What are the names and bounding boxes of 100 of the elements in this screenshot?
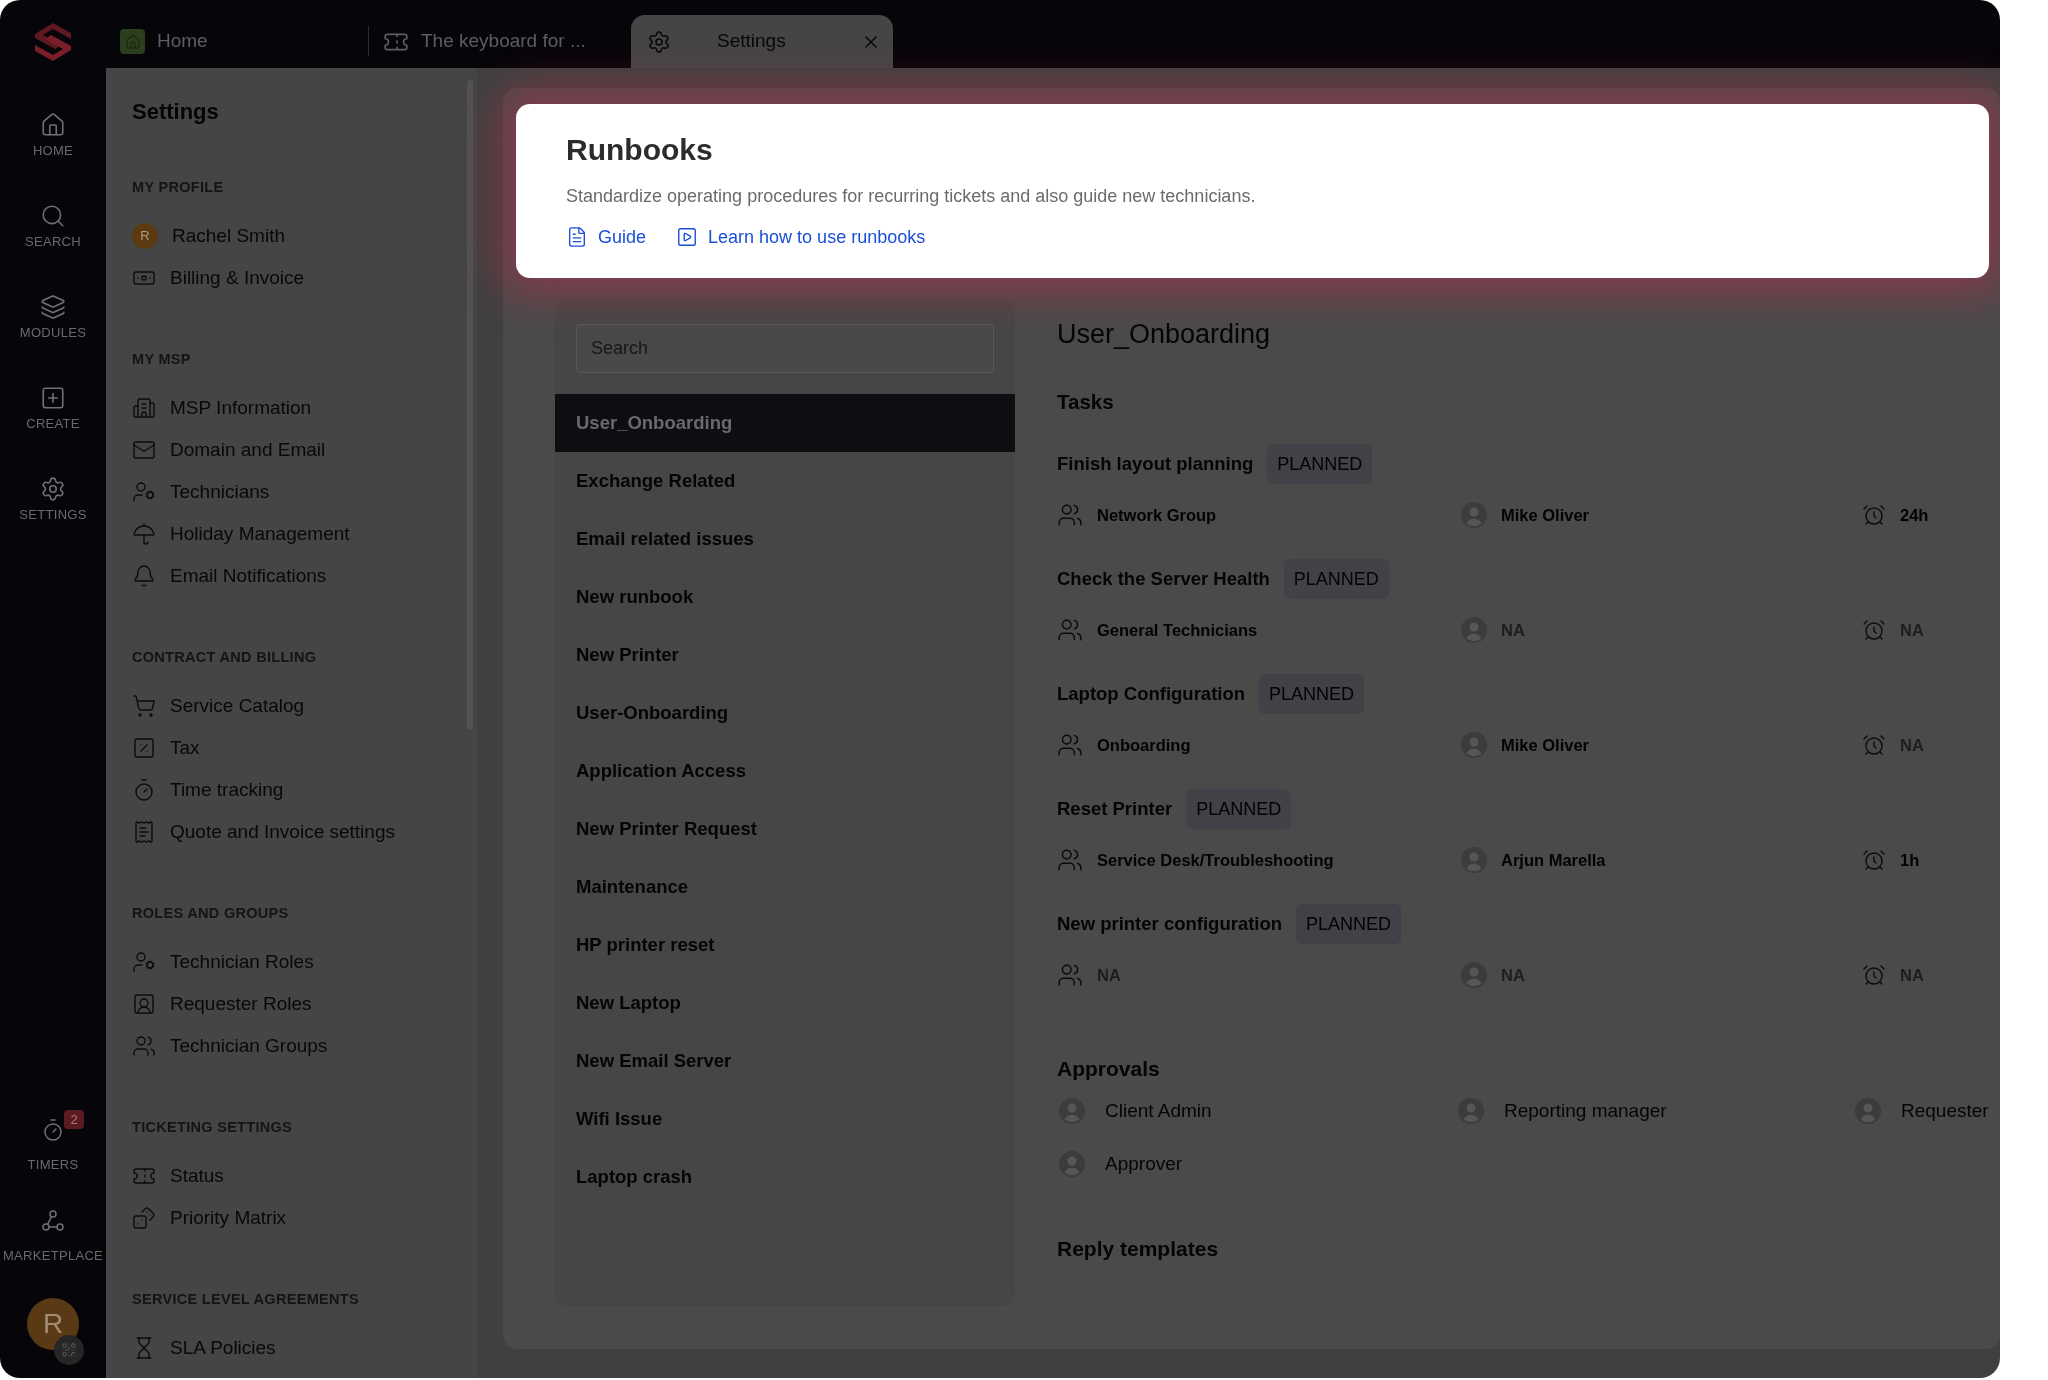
task-title: New printer configuration [1057, 912, 1283, 937]
runbook-list-item[interactable]: Wifi Issue [555, 1090, 1015, 1148]
runbook-title: User_Onboarding [1057, 318, 1272, 350]
runbook-list-item[interactable]: New Laptop [555, 974, 1015, 1032]
runbook-list-item[interactable]: Laptop crash [555, 1148, 1015, 1206]
runbook-list-item[interactable]: New Printer [555, 626, 1015, 684]
settings-nav-item[interactable]: Requester Roles [132, 983, 312, 1025]
tasks-heading: Tasks [1057, 389, 1115, 415]
sidebar-title: Settings [132, 98, 220, 126]
user-gear-icon [132, 480, 156, 504]
settings-nav-item[interactable]: R Rachel Smith [132, 215, 285, 257]
runbook-list-item[interactable]: HP printer reset [555, 916, 1015, 974]
rail-nav-item[interactable]: CREATE [0, 380, 106, 471]
settings-nav-item[interactable]: MSP Information [132, 387, 312, 429]
stopwatch-icon [132, 778, 156, 802]
runbook-list-item[interactable]: New Printer Request [555, 800, 1015, 858]
person-avatar-icon [1458, 1098, 1484, 1124]
runbook-list-item[interactable]: User-Onboarding [555, 684, 1015, 742]
settings-nav-item[interactable]: Priority Matrix [132, 1197, 287, 1239]
assignee-name: Mike Oliver [1501, 735, 1590, 755]
rail-nav-item[interactable]: 2 TIMERS [0, 1108, 106, 1172]
approver-name: Reporting manager [1504, 1098, 1667, 1123]
settings-nav-item[interactable]: Domain and Email [132, 429, 326, 471]
percent-icon [132, 736, 156, 760]
browser-tab[interactable]: Home [106, 15, 368, 68]
settings-nav-item[interactable]: Email Notifications [132, 555, 327, 597]
mail-icon [132, 438, 156, 462]
browser-tab[interactable]: The keyboard for ... [369, 15, 631, 68]
status-badge: PLANNED [1267, 444, 1373, 484]
settings-nav-item[interactable]: SLA Policies [132, 1327, 276, 1369]
users-icon [1057, 617, 1083, 643]
users-icon [1057, 847, 1083, 873]
settings-nav-item[interactable]: Billing & Invoice [132, 257, 305, 299]
person-avatar-icon [1059, 1151, 1085, 1177]
approver-name: Requester [1901, 1098, 1989, 1123]
home-icon [40, 112, 66, 138]
rail-nav-item[interactable]: MODULES [0, 289, 106, 380]
section-heading: Reply templates [1057, 1236, 1220, 1262]
alarm-clock-icon [1862, 848, 1886, 872]
users-icon [132, 1034, 156, 1058]
person-avatar-icon [1461, 732, 1487, 758]
assignee-name: Mike Oliver [1501, 505, 1590, 525]
assigned-group: Network Group [1097, 505, 1217, 525]
task-title: Finish layout planning [1057, 452, 1254, 477]
alarm-clock-icon [1862, 733, 1886, 757]
runbook-list-item[interactable]: Exchange Related [555, 452, 1015, 510]
users-icon [1057, 502, 1083, 528]
assigned-group: Service Desk/Troubleshooting [1097, 850, 1334, 870]
help-link[interactable]: Guide [566, 226, 647, 248]
assigned-group: General Technicians [1097, 620, 1258, 640]
search-icon [40, 203, 66, 229]
rail-nav-item[interactable]: SEARCH [0, 198, 106, 289]
assigned-group: Onboarding [1097, 735, 1191, 755]
settings-nav-item[interactable]: Technician Roles [132, 941, 314, 983]
layers-icon [40, 294, 66, 320]
users-icon [1057, 962, 1083, 988]
rail-nav-item[interactable]: HOME [0, 107, 106, 198]
settings-nav-item[interactable]: Tax [132, 727, 200, 769]
browser-tab[interactable]: Settings [631, 15, 893, 68]
runbook-list-item[interactable]: New Email Server [555, 1032, 1015, 1090]
stopwatch-icon [41, 1118, 65, 1142]
runbook-list-item[interactable]: Maintenance [555, 858, 1015, 916]
runbook-list-item[interactable]: Email related issues [555, 510, 1015, 568]
approver-name: Approver [1105, 1151, 1183, 1176]
task-title: Reset Printer [1057, 797, 1173, 822]
settings-nav-item[interactable]: Holiday Management [132, 513, 350, 555]
connected-nodes-icon [41, 1209, 65, 1233]
settings-nav-item[interactable]: Technician Groups [132, 1025, 328, 1067]
settings-nav-item[interactable]: Time tracking [132, 769, 284, 811]
person-avatar-icon [1855, 1098, 1881, 1124]
settings-nav-item[interactable]: Quote and Invoice settings [132, 811, 395, 853]
settings-nav-item[interactable]: Service Catalog [132, 685, 305, 727]
receipt-icon [132, 820, 156, 844]
dice-icon [132, 1206, 156, 1230]
user-avatar[interactable]: R [27, 1298, 79, 1350]
alarm-clock-icon [1862, 503, 1886, 527]
runbook-list-item[interactable]: New runbook [555, 568, 1015, 626]
runbook-list-item[interactable]: Application Access [555, 742, 1015, 800]
person-avatar-icon [1461, 847, 1487, 873]
play-icon [676, 226, 699, 248]
help-link[interactable]: Learn how to use runbooks [676, 226, 926, 248]
qr-code-icon[interactable] [54, 1335, 84, 1365]
house-icon [120, 29, 145, 54]
settings-icon [647, 29, 671, 54]
status-badge: PLANNED [1186, 789, 1292, 829]
assignee-name: Arjun Marella [1501, 850, 1606, 870]
rail-nav-item[interactable]: MARKETPLACE [0, 1209, 106, 1263]
runbook-list-item[interactable]: User_Onboarding [555, 394, 1015, 452]
status-badge: PLANNED [1283, 559, 1389, 599]
settings-nav-item[interactable]: Status [132, 1155, 224, 1197]
building-icon [132, 396, 156, 420]
alarm-clock-icon [1862, 963, 1886, 987]
settings-icon [40, 476, 66, 502]
approvals-heading: Approvals [1057, 1056, 1161, 1082]
user-gear-icon [132, 950, 156, 974]
person-avatar-icon [1461, 502, 1487, 528]
rail-nav-item[interactable]: SETTINGS [0, 471, 106, 562]
task-duration: 1h [1900, 850, 1920, 870]
alarm-clock-icon [1862, 618, 1886, 642]
settings-nav-item[interactable]: Technicians [132, 471, 270, 513]
